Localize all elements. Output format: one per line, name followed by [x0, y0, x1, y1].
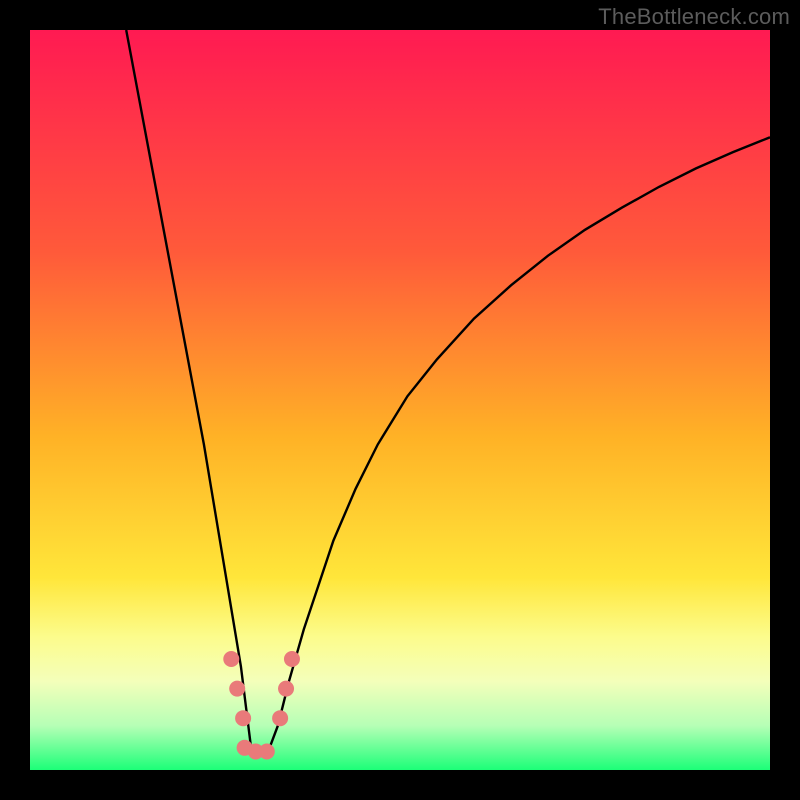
watermark-text: TheBottleneck.com	[598, 4, 790, 30]
highlight-point	[272, 710, 288, 726]
gradient-background	[30, 30, 770, 770]
highlight-point	[278, 681, 294, 697]
highlight-point	[235, 710, 251, 726]
plot-area	[30, 30, 770, 770]
chart-svg	[30, 30, 770, 770]
highlight-point	[229, 681, 245, 697]
outer-frame: TheBottleneck.com	[0, 0, 800, 800]
highlight-point	[223, 651, 239, 667]
highlight-point	[284, 651, 300, 667]
highlight-point	[259, 744, 275, 760]
